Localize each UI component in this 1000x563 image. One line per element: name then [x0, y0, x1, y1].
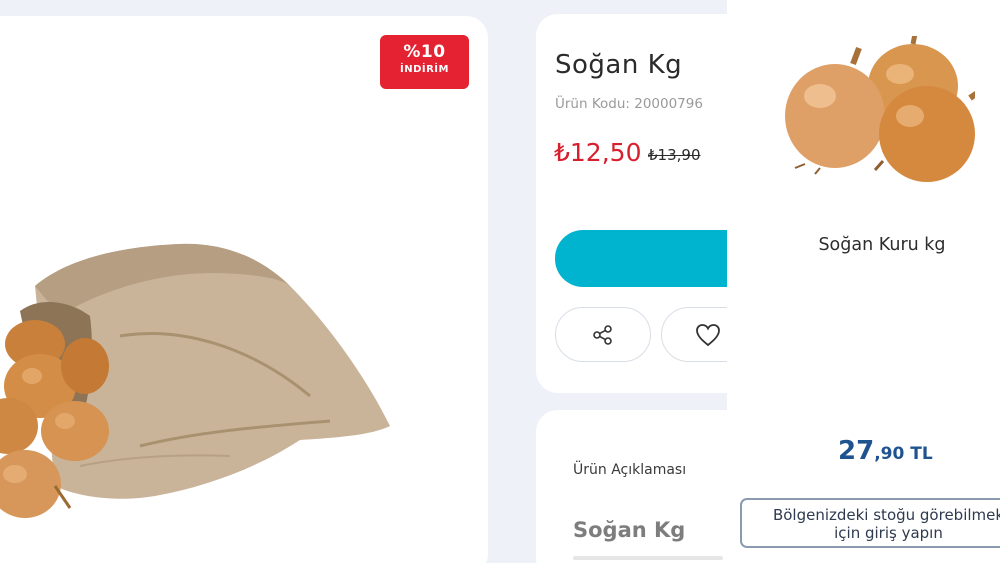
- description-title: Ürün Açıklaması: [573, 462, 687, 478]
- product-old-price: ₺13,90: [648, 146, 701, 164]
- share-button[interactable]: [555, 307, 651, 362]
- share-icon: [593, 324, 612, 345]
- onion-sack-image: [0, 243, 390, 518]
- heart-icon: [696, 323, 720, 346]
- discount-percent: %10: [403, 42, 446, 62]
- stock-button-line1: Bölgenizdeki stoğu görebilmek: [772, 506, 1000, 524]
- login-to-see-stock-button[interactable]: Bölgenizdeki stoğu görebilmek için giriş…: [740, 498, 1000, 548]
- discount-label: İNDİRİM: [400, 64, 449, 75]
- description-heading: Soğan Kg: [573, 518, 686, 542]
- product-code: Ürün Kodu: 20000796: [555, 96, 703, 112]
- overlay-product-price: 27,90 TL: [838, 436, 933, 466]
- overlay-price-decimal: ,90 TL: [874, 444, 933, 464]
- product-price: ₺12,50: [554, 138, 642, 167]
- overlay-product-card[interactable]: Soğan Kuru kg 27,90 TL Bölgenizdeki stoğ…: [727, 0, 1000, 563]
- overlay-product-name: Soğan Kuru kg: [818, 235, 946, 255]
- discount-badge: %10 İNDİRİM: [380, 35, 469, 89]
- description-text-placeholder: [573, 556, 723, 560]
- stock-button-line2: için giriş yapın: [834, 524, 943, 542]
- product-title: Soğan Kg: [555, 50, 683, 80]
- onions-image: [785, 36, 975, 182]
- product-image-card: %10 İNDİRİM: [0, 16, 488, 563]
- overlay-price-main: 27: [838, 436, 875, 466]
